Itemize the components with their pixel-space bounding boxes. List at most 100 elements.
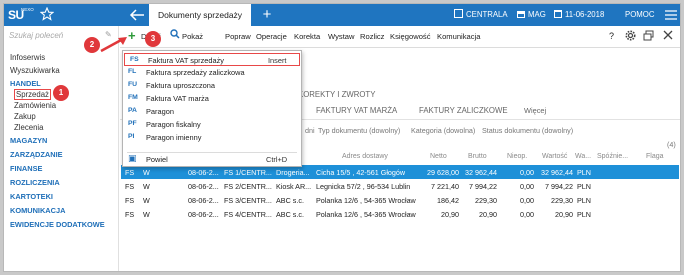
- menu-item-pi[interactable]: PI Paragon imienny: [123, 131, 301, 144]
- col-flaga[interactable]: Flaga: [646, 153, 664, 160]
- tab-dokumenty-sprzedazy[interactable]: Dokumenty sprzedaży: [149, 4, 251, 26]
- col-nieoplacone[interactable]: Nieop.: [507, 153, 527, 160]
- cell-data: 08-06-2...: [188, 210, 219, 219]
- hamburger-menu-icon[interactable]: [665, 10, 677, 20]
- top-bar: SU NEXO Dokumenty sprzedaży + CENTRALA M…: [4, 4, 680, 26]
- menu-item-fu[interactable]: FU Faktura uproszczona: [123, 79, 301, 92]
- table-row[interactable]: FS W 08-06-2... FS 3/CENTR... ABC s.c. Polank…: [121, 193, 679, 207]
- warehouse-label: MAG: [528, 10, 546, 19]
- col-wartosc[interactable]: Wartość: [542, 153, 567, 160]
- app-logo: SU NEXO: [6, 5, 34, 25]
- nav-rozliczenia[interactable]: ROZLICZENIA: [10, 178, 60, 187]
- warehouse-icon: [517, 11, 525, 18]
- cell-brutto: 32 962,44: [465, 168, 497, 177]
- nav-finanse[interactable]: FINANSE: [10, 164, 42, 173]
- nav-infoserwis[interactable]: Infoserwis: [10, 53, 45, 62]
- cell-kontrahent: Kiosk AR...: [276, 182, 312, 191]
- help-button[interactable]: ?: [609, 31, 614, 41]
- table-row[interactable]: FS W 08-06-2... FS 4/CENTR... ABC s.c. Polank…: [121, 207, 679, 221]
- gear-icon[interactable]: [625, 30, 636, 44]
- doc-type-code: PA: [128, 107, 137, 114]
- menu-item-label: Faktura uproszczona: [146, 81, 216, 90]
- menu-item-pf[interactable]: PF Paragon fiskalny: [123, 118, 301, 131]
- menu-item-label: Paragon: [146, 107, 174, 116]
- cell-kontrahent: ABC s.c.: [276, 196, 304, 205]
- cell-brutto: 20,90: [479, 210, 497, 219]
- cell-numer: FS 2/CENTR...: [224, 182, 272, 191]
- cell-st: W: [143, 210, 150, 219]
- filter-typ-dokumentu[interactable]: Typ dokumentu (dowolny): [318, 126, 400, 135]
- pokaz-button[interactable]: Pokaż: [182, 32, 203, 41]
- company-indicator[interactable]: CENTRALA: [454, 4, 508, 26]
- cell-wartosc: 229,30: [551, 196, 573, 205]
- filter-kategoria[interactable]: Kategoria (dowolna): [411, 126, 475, 135]
- nav-wyszukiwarka[interactable]: Wyszukiwarka: [10, 66, 60, 75]
- filter-status-dokumentu[interactable]: Status dokumentu (dowolny): [482, 126, 573, 135]
- doc-type-code: FL: [128, 68, 137, 75]
- col-adres-dostawy[interactable]: Adres dostawy: [342, 153, 388, 160]
- nav-magazyn[interactable]: MAGAZYN: [10, 136, 47, 145]
- menu-item-powiel[interactable]: ▣ Powiel Ctrl+D: [123, 153, 301, 166]
- nav-ewidencje-dodatkowe[interactable]: EWIDENCJE DODATKOWE: [10, 220, 105, 229]
- menu-item-shortcut: Insert: [268, 56, 287, 65]
- doc-type-code: FU: [128, 81, 138, 88]
- date-indicator[interactable]: 11-06-2018: [554, 4, 604, 26]
- nav-handel[interactable]: HANDEL: [10, 79, 41, 88]
- command-search-input[interactable]: Szukaj poleceń: [9, 31, 63, 40]
- nav-zarzadzanie[interactable]: ZARZĄDZANIE: [10, 150, 63, 159]
- menu-item-fl[interactable]: FL Faktura sprzedaży zaliczkowa: [123, 66, 301, 79]
- korekta-button[interactable]: Korekta: [294, 32, 320, 41]
- wystaw-button[interactable]: Wystaw: [328, 32, 355, 41]
- new-tab-button[interactable]: +: [257, 5, 277, 25]
- cell-waluta: PLN: [577, 168, 591, 177]
- menu-item-fs[interactable]: FS Faktura VAT sprzedaży Insert: [124, 53, 300, 66]
- copy-icon: ▣: [128, 153, 137, 163]
- menu-item-label: Faktura VAT marża: [146, 94, 209, 103]
- table-row[interactable]: FS W 08-06-2... FS 1/CENTR... Drogeria... Cic…: [121, 165, 679, 179]
- menu-item-pa[interactable]: PA Paragon: [123, 105, 301, 118]
- left-navigation: Szukaj poleceń ✎ Infoserwis Wyszukiwarka…: [4, 26, 119, 271]
- filter-period-partial[interactable]: dni: [305, 126, 315, 135]
- table-row[interactable]: FS W 08-06-2... FS 2/CENTR... Kiosk AR... Leg…: [121, 179, 679, 193]
- operacje-button[interactable]: Operacje: [256, 32, 287, 41]
- col-brutto[interactable]: Brutto: [468, 153, 487, 160]
- popraw-button[interactable]: Popraw: [225, 32, 251, 41]
- menu-item-fm[interactable]: FM Faktura VAT marża: [123, 92, 301, 105]
- annotation-arrow: [100, 37, 127, 53]
- cell-numer: FS 3/CENTR...: [224, 196, 272, 205]
- search-icon: [170, 29, 180, 42]
- cell-st: W: [143, 182, 150, 191]
- cell-kontrahent: Drogeria...: [276, 168, 310, 177]
- cell-data: 08-06-2...: [188, 182, 219, 191]
- nav-sprzedaz[interactable]: Sprzedaż: [14, 89, 51, 100]
- tab-faktury-vat-marza[interactable]: FAKTURY VAT MARŻA: [316, 106, 397, 115]
- doc-type-code: FS: [130, 56, 139, 63]
- annotation-badge-3: 3: [145, 31, 161, 47]
- col-spoznienie[interactable]: Spóźnie...: [597, 153, 628, 160]
- nav-komunikacja[interactable]: KOMUNIKACJA: [10, 206, 65, 215]
- windows-icon[interactable]: [643, 30, 654, 44]
- close-icon[interactable]: [663, 30, 673, 43]
- cell-waluta: PLN: [577, 210, 591, 219]
- ksiegowosc-button[interactable]: Księgowość: [390, 32, 431, 41]
- menu-item-powiel-shortcut: Ctrl+D: [266, 155, 288, 164]
- komunikacja-button[interactable]: Komunikacja: [437, 32, 480, 41]
- nav-zlecenia[interactable]: Zlecenia: [14, 123, 43, 132]
- tab-faktury-zaliczkowe[interactable]: FAKTURY ZALICZKOWE: [419, 106, 508, 115]
- tab-wiecej[interactable]: Więcej: [524, 106, 546, 115]
- rozlicz-button[interactable]: Rozlicz: [360, 32, 384, 41]
- menu-item-label: Paragon fiskalny: [146, 120, 201, 129]
- col-waluta[interactable]: Wa...: [575, 153, 591, 160]
- tab-korekty-zwroty[interactable]: KOREKTY I ZWROTY: [298, 90, 375, 99]
- back-arrow-icon[interactable]: [129, 8, 145, 22]
- help-link[interactable]: POMOC: [625, 4, 654, 26]
- star-icon[interactable]: [39, 6, 55, 21]
- cell-waluta: PLN: [577, 182, 591, 191]
- cell-wartosc: 7 994,22: [545, 182, 573, 191]
- cell-data: 08-06-2...: [188, 196, 219, 205]
- nav-zamowienia[interactable]: Zamówienia: [14, 101, 56, 110]
- col-netto[interactable]: Netto: [430, 153, 447, 160]
- nav-kartoteki[interactable]: KARTOTEKI: [10, 192, 53, 201]
- warehouse-indicator[interactable]: MAG: [517, 4, 546, 26]
- nav-zakup[interactable]: Zakup: [14, 112, 36, 121]
